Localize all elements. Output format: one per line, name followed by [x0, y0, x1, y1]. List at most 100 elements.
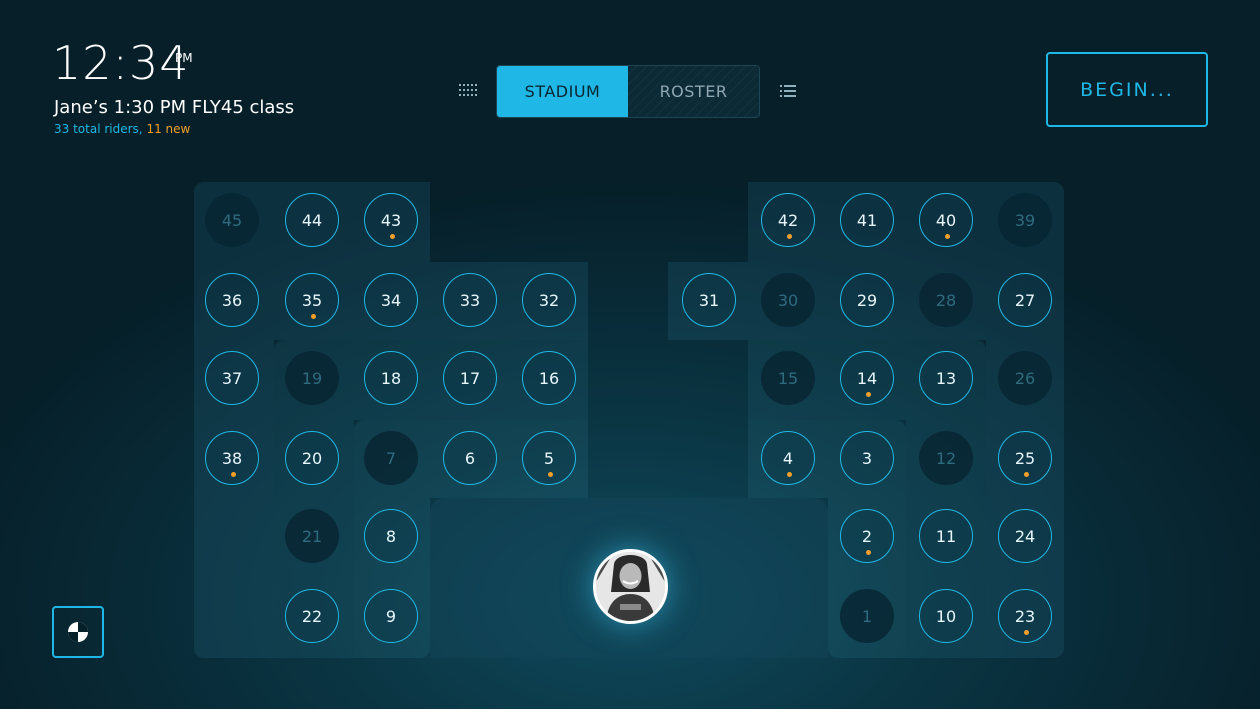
seat-30[interactable]: 30 [761, 273, 815, 327]
seat-number: 18 [380, 368, 402, 388]
corner-button[interactable] [52, 606, 104, 658]
seat-13[interactable]: 13 [919, 351, 973, 405]
seat-8[interactable]: 8 [364, 509, 418, 563]
seat-number: 6 [464, 448, 476, 468]
seat-22[interactable]: 22 [285, 589, 339, 643]
new-rider-dot [231, 472, 236, 477]
seat-14[interactable]: 14 [840, 351, 894, 405]
seat-6[interactable]: 6 [443, 431, 497, 485]
seat-number: 1 [861, 606, 873, 626]
seat-number: 43 [380, 210, 402, 230]
tab-roster[interactable]: ROSTER [628, 66, 759, 117]
grid-dots-icon[interactable] [459, 84, 477, 98]
seat-33[interactable]: 33 [443, 273, 497, 327]
new-rider-dot [390, 234, 395, 239]
seat-42[interactable]: 42 [761, 193, 815, 247]
begin-button[interactable]: BEGIN... [1046, 52, 1208, 127]
half-filled-circle-icon [68, 622, 88, 642]
seat-number: 14 [856, 368, 878, 388]
seat-number: 42 [777, 210, 799, 230]
seat-41[interactable]: 41 [840, 193, 894, 247]
seat-number: 25 [1014, 448, 1036, 468]
seat-5[interactable]: 5 [522, 431, 576, 485]
seat-1[interactable]: 1 [840, 589, 894, 643]
seat-26[interactable]: 26 [998, 351, 1052, 405]
seat-20[interactable]: 20 [285, 431, 339, 485]
seat-number: 21 [301, 526, 323, 546]
seat-21[interactable]: 21 [285, 509, 339, 563]
seat-number: 9 [385, 606, 397, 626]
seat-2[interactable]: 2 [840, 509, 894, 563]
seat-38[interactable]: 38 [205, 431, 259, 485]
seat-number: 27 [1014, 290, 1036, 310]
new-rider-dot [1024, 472, 1029, 477]
seat-number: 31 [698, 290, 720, 310]
seat-11[interactable]: 11 [919, 509, 973, 563]
seat-number: 22 [301, 606, 323, 626]
seat-12[interactable]: 12 [919, 431, 973, 485]
seat-number: 41 [856, 210, 878, 230]
seat-number: 15 [777, 368, 799, 388]
seat-34[interactable]: 34 [364, 273, 418, 327]
seat-number: 40 [935, 210, 957, 230]
seat-40[interactable]: 40 [919, 193, 973, 247]
seat-36[interactable]: 36 [205, 273, 259, 327]
seat-39[interactable]: 39 [998, 193, 1052, 247]
tab-stadium[interactable]: STADIUM [497, 66, 628, 117]
seat-23[interactable]: 23 [998, 589, 1052, 643]
seat-27[interactable]: 27 [998, 273, 1052, 327]
rider-summary: 33 total riders, 11 new [54, 122, 190, 136]
seat-29[interactable]: 29 [840, 273, 894, 327]
new-rider-dot [787, 472, 792, 477]
seat-number: 3 [861, 448, 873, 468]
new-riders-count: 11 new [146, 122, 191, 136]
seat-4[interactable]: 4 [761, 431, 815, 485]
seat-number: 28 [935, 290, 957, 310]
seat-17[interactable]: 17 [443, 351, 497, 405]
list-icon[interactable] [780, 84, 796, 98]
new-rider-dot [548, 472, 553, 477]
class-title: Jane’s 1:30 PM FLY45 class [54, 97, 295, 118]
seat-10[interactable]: 10 [919, 589, 973, 643]
seat-number: 30 [777, 290, 799, 310]
seat-37[interactable]: 37 [205, 351, 259, 405]
new-rider-dot [1024, 630, 1029, 635]
seat-number: 16 [538, 368, 560, 388]
seat-number: 23 [1014, 606, 1036, 626]
seat-number: 44 [301, 210, 323, 230]
total-riders-count: 33 total riders, [54, 122, 143, 136]
new-rider-dot [311, 314, 316, 319]
seat-43[interactable]: 43 [364, 193, 418, 247]
seat-number: 10 [935, 606, 957, 626]
seat-number: 13 [935, 368, 957, 388]
seat-number: 20 [301, 448, 323, 468]
seat-7[interactable]: 7 [364, 431, 418, 485]
seat-number: 2 [861, 526, 873, 546]
seat-9[interactable]: 9 [364, 589, 418, 643]
clock-time: 12:34 [52, 36, 190, 90]
seat-44[interactable]: 44 [285, 193, 339, 247]
seat-3[interactable]: 3 [840, 431, 894, 485]
seat-19[interactable]: 19 [285, 351, 339, 405]
seat-28[interactable]: 28 [919, 273, 973, 327]
seat-number: 36 [221, 290, 243, 310]
seat-31[interactable]: 31 [682, 273, 736, 327]
seat-32[interactable]: 32 [522, 273, 576, 327]
instructor-avatar[interactable] [593, 549, 668, 624]
seat-35[interactable]: 35 [285, 273, 339, 327]
seat-16[interactable]: 16 [522, 351, 576, 405]
seat-number: 26 [1014, 368, 1036, 388]
new-rider-dot [866, 550, 871, 555]
seat-45[interactable]: 45 [205, 193, 259, 247]
seat-15[interactable]: 15 [761, 351, 815, 405]
clock-ampm: PM [175, 51, 193, 65]
seat-18[interactable]: 18 [364, 351, 418, 405]
seat-number: 17 [459, 368, 481, 388]
seat-number: 5 [543, 448, 555, 468]
seat-number: 11 [935, 526, 957, 546]
seat-25[interactable]: 25 [998, 431, 1052, 485]
seat-24[interactable]: 24 [998, 509, 1052, 563]
seat-number: 24 [1014, 526, 1036, 546]
seat-number: 34 [380, 290, 402, 310]
seat-number: 8 [385, 526, 397, 546]
